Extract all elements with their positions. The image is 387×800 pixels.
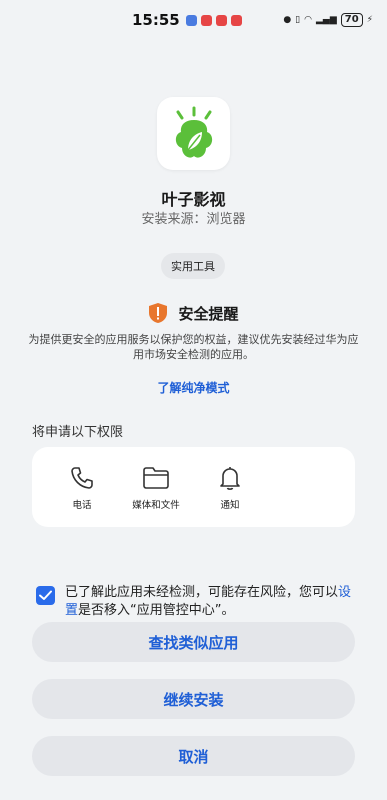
check-icon xyxy=(39,590,52,600)
permission-label: 媒体和文件 xyxy=(132,500,180,511)
permission-label: 电话 xyxy=(72,500,92,511)
permissions-card: 电话 媒体和文件 通知 xyxy=(32,447,355,527)
cancel-button[interactable]: 取消 xyxy=(32,736,355,776)
continue-install-button[interactable]: 继续安装 xyxy=(32,679,355,719)
learn-pure-mode-link[interactable]: 了解纯净模式 xyxy=(0,379,387,396)
consent-row: 已了解此应用未经检测，可能存在风险，您可以设置是否移入“应用管控中心”。 xyxy=(36,584,356,620)
wifi-icon: ◠ xyxy=(304,15,312,25)
vibrate-icon: ▯ xyxy=(295,15,301,25)
permission-media-files[interactable]: 媒体和文件 xyxy=(121,465,191,511)
app-icon xyxy=(157,97,230,170)
warning-header: 安全提醒 xyxy=(0,302,387,324)
consent-text-after: 是否移入“应用管控中心”。 xyxy=(78,603,235,618)
permission-label: 通知 xyxy=(220,500,240,511)
bell-icon xyxy=(220,467,240,490)
leaf-app-icon xyxy=(175,106,212,158)
notification-icon xyxy=(185,14,197,26)
charging-icon: ⚡ xyxy=(366,15,373,25)
permissions-heading: 将申请以下权限 xyxy=(32,425,124,440)
status-indicators: ● ▯ ◠ ▂▄▆ 70 ⚡ xyxy=(283,13,373,27)
notification-icon xyxy=(215,14,227,26)
consent-checkbox[interactable] xyxy=(36,586,55,605)
phone-icon xyxy=(71,467,93,489)
consent-text-before: 已了解此应用未经检测，可能存在风险，您可以 xyxy=(65,585,339,600)
category-tag: 实用工具 xyxy=(161,253,225,279)
permission-phone[interactable]: 电话 xyxy=(47,465,117,511)
signal-icon: ▂▄▆ xyxy=(315,15,337,25)
app-name: 叶子影视 xyxy=(161,190,226,209)
warning-title: 安全提醒 xyxy=(178,304,239,323)
status-bar: 15:55 ● ▯ ◠ ▂▄▆ 70 ⚡ xyxy=(0,0,387,40)
shield-warning-icon xyxy=(149,303,168,323)
warning-text: 为提供更安全的应用服务以保护您的权益，建议优先安装经过华为应用市场安全检测的应用… xyxy=(28,333,359,361)
status-time: 15:55 xyxy=(132,11,180,29)
notification-icon xyxy=(230,14,242,26)
consent-text: 已了解此应用未经检测，可能存在风险，您可以设置是否移入“应用管控中心”。 xyxy=(65,584,356,620)
app-source: 安装来源：浏览器 xyxy=(141,212,246,227)
notification-icon xyxy=(200,14,212,26)
folder-icon xyxy=(143,467,169,489)
permission-notification[interactable]: 通知 xyxy=(195,465,265,511)
battery-icon: 70 xyxy=(340,13,363,27)
location-icon: ● xyxy=(283,15,292,25)
find-similar-apps-button[interactable]: 查找类似应用 xyxy=(32,622,355,662)
